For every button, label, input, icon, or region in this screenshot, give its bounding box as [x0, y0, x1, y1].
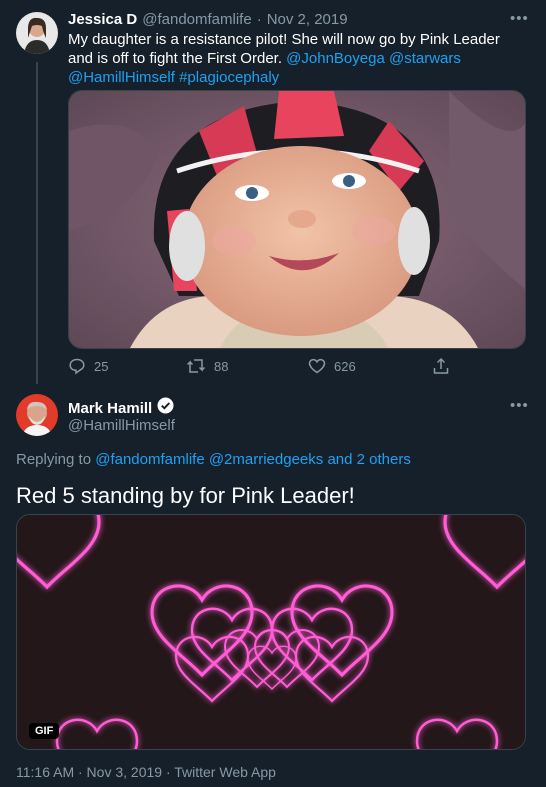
retweet-button[interactable]: 88	[186, 357, 228, 375]
retweet-count: 88	[214, 358, 229, 374]
like-button[interactable]: 626	[308, 357, 356, 375]
reply-icon[interactable]	[68, 357, 86, 375]
replying-others[interactable]: and 2 others	[327, 451, 410, 468]
tweet-media-image[interactable]	[68, 90, 526, 349]
reply-count: 25	[94, 358, 109, 374]
like-count: 626	[334, 358, 356, 374]
avatar[interactable]	[16, 12, 58, 54]
hashtag-link[interactable]: #plagiocephaly	[179, 69, 279, 86]
author-handle[interactable]: @fandomfamlife	[142, 11, 251, 28]
tweet-date[interactable]: Nov 2, 2019	[267, 11, 348, 28]
tweet-actions: 25 88 626	[68, 357, 468, 377]
author-handle[interactable]: @HamillHimself	[68, 417, 175, 434]
tweet-text: Red 5 standing by for Pink Leader!	[16, 483, 355, 508]
mention-link[interactable]: @HamillHimself	[68, 69, 175, 86]
author-name[interactable]: Mark Hamill	[68, 400, 152, 417]
author-name[interactable]: Jessica D	[68, 11, 137, 28]
more-horizontal-icon[interactable]: •••	[510, 10, 529, 27]
share-button[interactable]	[432, 357, 450, 375]
mention-link[interactable]: @JohnBoyega	[286, 50, 385, 67]
thread-line	[36, 62, 38, 384]
replying-to: Replying to @fandomfamlife @2marriedgeek…	[16, 451, 411, 468]
replying-prefix: Replying to	[16, 451, 92, 468]
retweet-icon[interactable]	[186, 357, 206, 375]
tweet-text: My daughter is a resistance pilot! She w…	[68, 30, 528, 87]
tweet-timestamp[interactable]: 11:16 AM · Nov 3, 2019 · Twitter Web App	[16, 764, 276, 780]
reply-button[interactable]: 25	[68, 357, 108, 375]
verified-badge-icon	[157, 397, 174, 419]
tweet-media-gif[interactable]: GIF	[16, 514, 526, 750]
more-horizontal-icon[interactable]: •••	[510, 397, 529, 414]
avatar[interactable]	[16, 394, 58, 436]
share-icon[interactable]	[432, 357, 450, 375]
mention-link[interactable]: @starwars	[389, 50, 461, 67]
like-icon[interactable]	[308, 357, 326, 375]
separator: ·	[256, 11, 262, 28]
replying-handles[interactable]: @fandomfamlife @2marriedgeeks	[95, 451, 323, 468]
gif-badge: GIF	[29, 723, 60, 739]
